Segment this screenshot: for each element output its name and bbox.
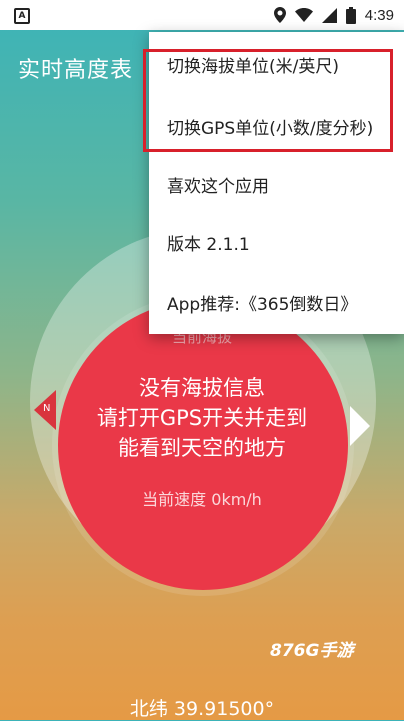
message-line-1: 没有海拔信息	[139, 376, 265, 400]
overflow-menu: 切换海拔单位(米/英尺) 切换GPS单位(小数/度分秒) 喜欢这个应用 版本 2…	[149, 32, 404, 334]
menu-item-gps-unit[interactable]: 切换GPS单位(小数/度分秒)	[149, 104, 404, 154]
direction-arrow-icon	[350, 406, 370, 446]
north-marker-label: N	[43, 403, 51, 414]
menu-item-version[interactable]: 版本 2.1.1	[149, 220, 404, 270]
status-icons: 4:39	[273, 5, 394, 25]
app-notification-icon: A	[14, 8, 30, 24]
menu-item-altitude-unit[interactable]: 切换海拔单位(米/英尺)	[149, 42, 404, 92]
battery-icon	[345, 6, 356, 24]
speed-readout: 当前速度 0km/h	[142, 490, 262, 509]
message-line-2: 请打开GPS开关并走到	[96, 406, 308, 430]
location-icon	[273, 7, 286, 23]
signal-icon	[321, 7, 337, 23]
latitude-readout: 北纬 39.91500°	[129, 698, 275, 720]
status-time: 4:39	[364, 6, 394, 24]
menu-item-like-app[interactable]: 喜欢这个应用	[149, 162, 404, 212]
status-bar: A 4:39	[0, 0, 404, 30]
north-marker-icon: N	[34, 390, 56, 430]
menu-item-app-recommend[interactable]: App推荐:《365倒数日》	[149, 280, 404, 330]
wifi-icon	[294, 8, 313, 22]
message-line-3: 能看到天空的地方	[118, 436, 286, 460]
app-title: 实时高度表	[18, 58, 134, 83]
watermark: 876G手游	[270, 641, 354, 661]
